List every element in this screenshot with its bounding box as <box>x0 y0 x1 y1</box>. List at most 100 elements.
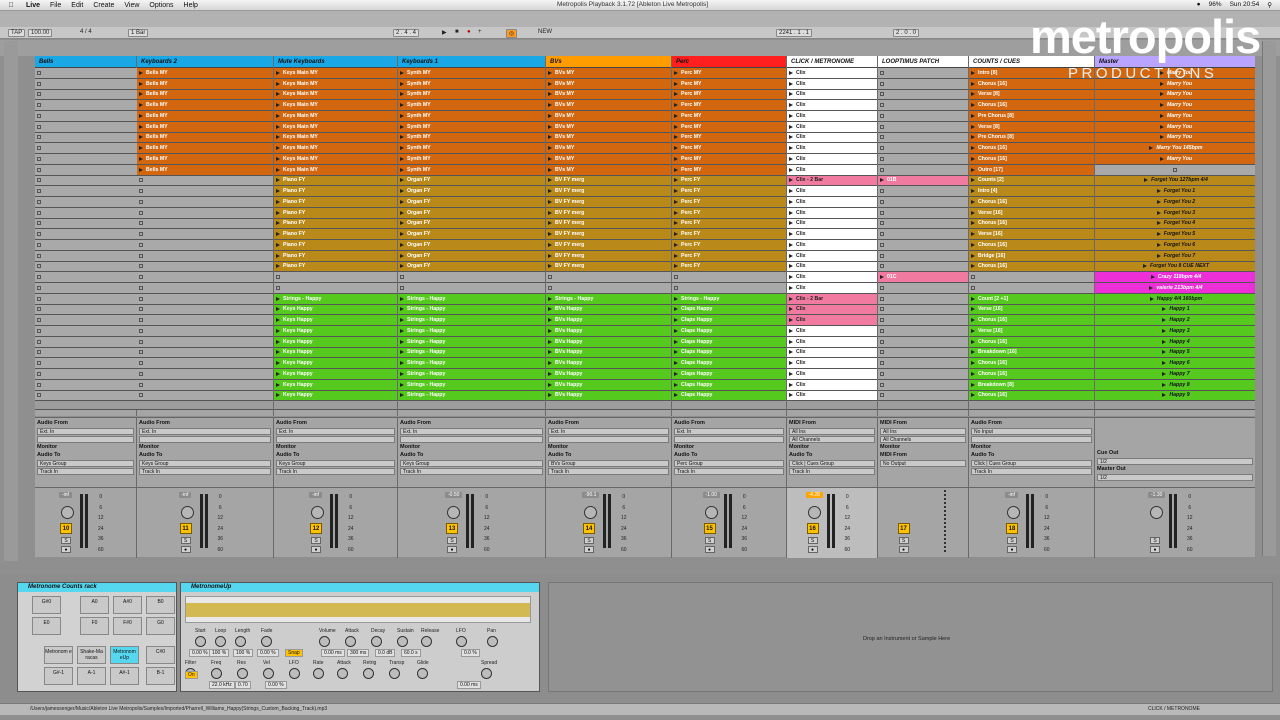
clip-slot[interactable]: Claps Happy <box>672 315 786 326</box>
stop-icon[interactable] <box>880 253 884 258</box>
stop-icon[interactable] <box>880 92 884 97</box>
launch-icon[interactable] <box>400 178 404 183</box>
launch-icon[interactable] <box>789 135 793 140</box>
clip-slot[interactable]: Synth MY <box>398 89 545 101</box>
clip-slot[interactable]: BVs MY <box>546 89 671 101</box>
stop-icon[interactable] <box>37 199 41 204</box>
track-in-select[interactable]: Track In <box>139 468 271 475</box>
param-value[interactable]: 100 % <box>233 649 254 657</box>
cue-out-select[interactable]: 1/2 <box>1097 458 1253 465</box>
stop-icon[interactable] <box>880 81 884 86</box>
empty-slot[interactable] <box>35 218 137 230</box>
launch-icon[interactable] <box>1159 92 1164 97</box>
launch-icon[interactable] <box>400 221 404 226</box>
clip-slot[interactable]: Bells MY <box>137 68 273 79</box>
empty-slot[interactable] <box>878 100 968 111</box>
empty-slot[interactable] <box>878 154 968 165</box>
new-button[interactable]: NEW <box>538 29 552 35</box>
clip-slot[interactable]: Breakdown [8] <box>969 379 1094 391</box>
empty-slot[interactable] <box>35 272 137 283</box>
scene-slot[interactable]: Marry You <box>1095 89 1255 101</box>
empty-slot[interactable] <box>35 143 137 154</box>
stop-icon[interactable] <box>1172 167 1177 172</box>
audio-from-select[interactable]: Ext. In <box>276 428 395 435</box>
clip-slot[interactable]: Clix <box>787 240 877 251</box>
launch-icon[interactable] <box>276 339 280 344</box>
loop-start[interactable]: 2241 . 1 . 1 <box>776 29 813 37</box>
empty-slot[interactable] <box>878 111 968 122</box>
track-activator[interactable]: 15 <box>703 523 716 534</box>
launch-icon[interactable] <box>276 350 280 355</box>
launch-icon[interactable] <box>1156 242 1161 247</box>
clip-slot[interactable]: BVs MY <box>546 132 671 144</box>
clip-slot[interactable]: Clix <box>787 121 877 133</box>
launch-icon[interactable] <box>400 92 404 97</box>
launch-icon[interactable] <box>674 350 678 355</box>
launch-icon[interactable] <box>1159 124 1164 129</box>
empty-slot[interactable] <box>35 111 137 122</box>
stop-icon[interactable] <box>880 382 884 387</box>
launch-icon[interactable] <box>548 339 552 344</box>
simpler-title[interactable]: MetronomeUp <box>181 583 539 592</box>
clip-slot[interactable]: Piano FY <box>274 207 397 219</box>
clip-slot[interactable]: Strings - Happy <box>398 293 545 305</box>
launch-icon[interactable] <box>400 328 404 333</box>
clip-slot[interactable]: Strings - Happy <box>398 379 545 391</box>
param-knob[interactable] <box>237 668 248 679</box>
track-header[interactable]: Perc <box>672 56 786 68</box>
scene-slot[interactable]: Crazy 118bpm 4/4 <box>1095 272 1255 283</box>
launch-icon[interactable] <box>674 339 678 344</box>
stop-icon[interactable] <box>37 210 41 215</box>
empty-slot[interactable] <box>274 272 397 283</box>
param-knob[interactable] <box>389 668 400 679</box>
launch-icon[interactable] <box>400 264 404 269</box>
param-knob[interactable] <box>371 636 382 647</box>
stop-icon[interactable] <box>548 285 552 290</box>
launch-icon[interactable] <box>548 382 552 387</box>
launch-icon[interactable] <box>674 178 678 183</box>
track-header[interactable]: Keyboards 1 <box>398 56 545 68</box>
launch-icon[interactable] <box>548 318 552 323</box>
launch-icon[interactable] <box>1156 253 1161 258</box>
launch-icon[interactable] <box>674 135 678 140</box>
param-value[interactable]: 60.0 s <box>401 649 421 657</box>
clip-slot[interactable]: Piano FY <box>274 175 397 187</box>
empty-slot[interactable] <box>35 379 137 391</box>
launch-icon[interactable] <box>674 382 678 387</box>
empty-slot[interactable] <box>878 379 968 391</box>
stop-icon[interactable] <box>37 264 41 269</box>
stop-icon[interactable] <box>139 328 143 333</box>
clip-slot[interactable]: Pre Chorus [8] <box>969 111 1094 122</box>
launch-icon[interactable] <box>400 307 404 312</box>
clip-slot[interactable]: 01C <box>878 272 968 283</box>
stop-icon[interactable] <box>37 135 41 140</box>
launch-icon[interactable] <box>971 210 975 215</box>
clip-slot[interactable]: Chorus [16] <box>969 100 1094 111</box>
volume-readout[interactable]: -0.50 <box>445 492 463 498</box>
clip-slot[interactable]: BVs MY <box>546 111 671 122</box>
launch-icon[interactable] <box>1142 264 1147 269</box>
clip-slot[interactable]: Keys Happy <box>274 347 397 359</box>
clip-slot[interactable]: Perc FY <box>672 240 786 251</box>
clip-slot[interactable]: BV FY merg <box>546 229 671 240</box>
launch-icon[interactable] <box>789 199 793 204</box>
channel-select[interactable] <box>276 436 395 443</box>
clip-slot[interactable]: Chorus [16] <box>969 197 1094 208</box>
filter-toggle[interactable]: On <box>185 671 198 679</box>
param-value[interactable]: 0.00 ms <box>457 681 481 689</box>
empty-slot[interactable] <box>35 304 137 316</box>
clip-slot[interactable]: Perc FY <box>672 218 786 230</box>
stop-icon[interactable] <box>880 296 884 301</box>
clip-slot[interactable]: Organ FY <box>398 261 545 273</box>
launch-icon[interactable] <box>400 253 404 258</box>
stop-icon[interactable] <box>880 242 884 247</box>
clip-slot[interactable]: Organ FY <box>398 250 545 262</box>
empty-slot[interactable] <box>35 132 137 144</box>
stop-icon[interactable] <box>139 393 143 398</box>
launch-icon[interactable] <box>971 232 975 237</box>
launch-icon[interactable] <box>139 103 143 108</box>
launch-icon[interactable] <box>789 178 793 183</box>
launch-icon[interactable] <box>1159 81 1164 86</box>
launch-icon[interactable] <box>400 113 404 118</box>
audio-to-select[interactable]: Keys Group <box>37 460 134 467</box>
